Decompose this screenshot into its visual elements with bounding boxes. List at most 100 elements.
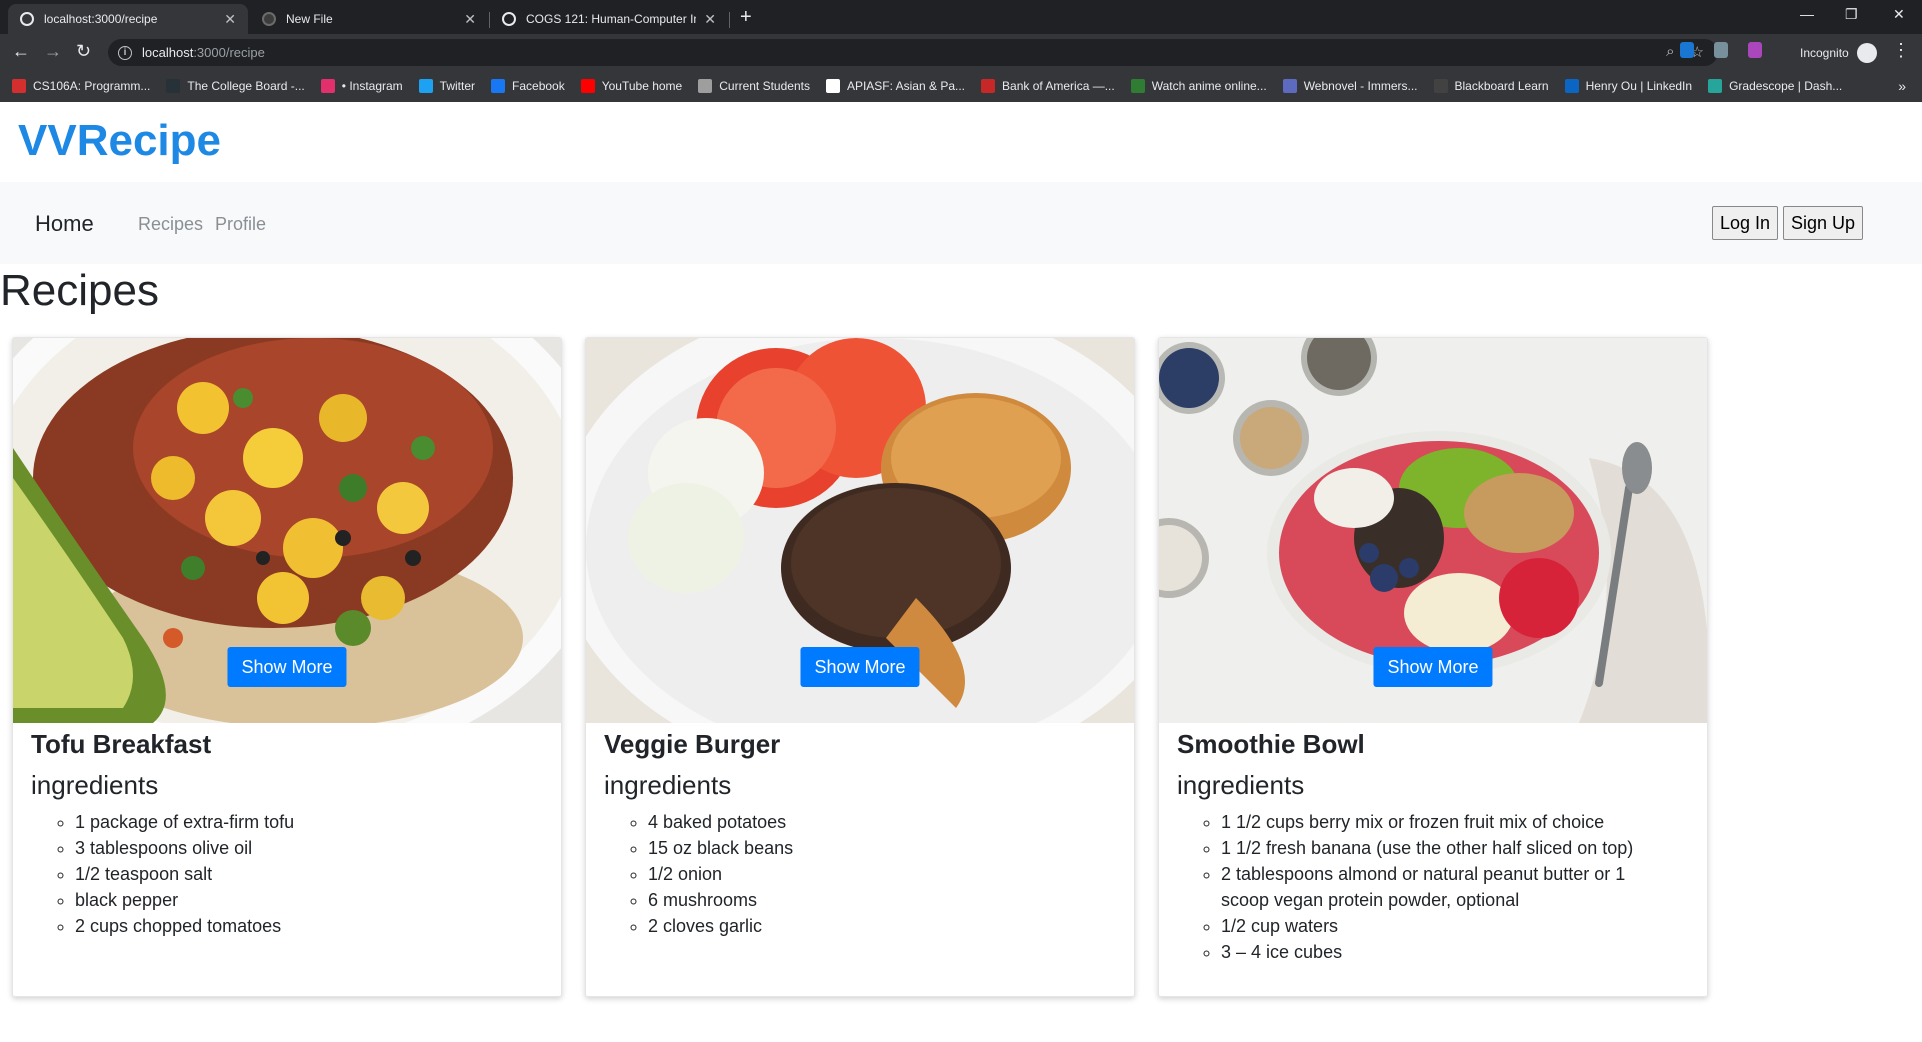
ingredient-item: 2 tablespoons almond or natural peanut b… <box>1221 861 1677 913</box>
close-icon[interactable]: ✕ <box>224 11 236 28</box>
recipe-card: Show More Tofu Breakfast ingredients 1 p… <box>12 337 562 997</box>
recipe-image-smoothie-bowl: Show More <box>1159 338 1707 723</box>
ingredients-list: 1 package of extra-firm tofu 3 tablespoo… <box>13 801 561 939</box>
ingredients-heading: ingredients <box>1177 770 1305 800</box>
show-more-button[interactable]: Show More <box>1373 647 1493 687</box>
close-icon[interactable]: ✕ <box>464 11 476 28</box>
incognito-badge[interactable]: Incognito <box>1800 43 1877 63</box>
ingredient-item: 2 cloves garlic <box>648 913 1104 939</box>
url-host: localhost <box>142 45 194 60</box>
ingredients-list: 4 baked potatoes 15 oz black beans 1/2 o… <box>586 801 1134 939</box>
login-button[interactable]: Log In <box>1712 206 1779 240</box>
ingredient-item: 2 cups chopped tomatoes <box>75 913 531 939</box>
recipe-title: Tofu Breakfast <box>31 729 212 759</box>
bookmark-favicon-icon <box>1564 79 1579 93</box>
brand-logo[interactable]: VVRecipe <box>18 116 221 166</box>
info-icon[interactable]: i <box>118 45 132 60</box>
bookmark-favicon-icon <box>1282 79 1297 93</box>
window-close-icon[interactable]: ✕ <box>1893 6 1905 23</box>
minimize-icon[interactable]: — <box>1800 6 1814 22</box>
bookmark-favicon-icon <box>320 79 335 93</box>
recipe-image-tofu-breakfast: Show More <box>13 338 561 723</box>
show-more-button[interactable]: Show More <box>227 647 347 687</box>
bookmark-item[interactable]: Watch anime online... <box>1130 79 1267 93</box>
new-tab-icon[interactable]: + <box>740 6 752 28</box>
close-icon[interactable]: ✕ <box>704 11 716 28</box>
ingredient-item: 4 baked potatoes <box>648 809 1104 835</box>
globe-icon <box>502 12 516 26</box>
tab-new-file[interactable]: New File ✕ <box>250 4 488 34</box>
bookmark-item[interactable]: Gradescope | Dash... <box>1708 79 1842 93</box>
bookmark-label: The College Board -... <box>187 79 305 93</box>
zoom-icon[interactable]: ⌕ <box>1666 43 1674 61</box>
reload-icon[interactable]: ↻ <box>76 40 91 62</box>
show-more-button[interactable]: Show More <box>800 647 920 687</box>
bookmark-label: Twitter <box>439 79 476 93</box>
pen-icon[interactable] <box>1748 42 1762 58</box>
ingredient-item: 1 1/2 fresh banana (use the other half s… <box>1221 835 1677 861</box>
bookmark-item[interactable]: Blackboard Learn <box>1433 79 1549 93</box>
extension-icon[interactable] <box>1680 42 1694 58</box>
recipe-title: Veggie Burger <box>604 729 781 759</box>
ingredient-item: 3 – 4 ice cubes <box>1221 939 1677 965</box>
browser-toolbar: ← → ↻ i localhost:3000/recipe ⌕ ☆ Incogn… <box>0 34 1922 70</box>
bookmark-favicon-icon <box>981 79 996 93</box>
more-menu-icon[interactable]: ⋮ <box>1892 40 1910 61</box>
bookmark-item[interactable]: Webnovel - Immers... <box>1282 79 1418 93</box>
tab-recipe[interactable]: localhost:3000/recipe ✕ <box>8 4 248 34</box>
nav-recipes[interactable]: Recipes <box>138 214 203 235</box>
ingredients-heading: ingredients <box>31 770 159 800</box>
bookmark-label: Current Students <box>719 79 810 93</box>
bookmark-item[interactable]: YouTube home <box>580 79 683 93</box>
bookmark-item[interactable]: Henry Ou | LinkedIn <box>1564 79 1692 93</box>
tab-separator <box>729 12 730 28</box>
bookmark-item[interactable]: APIASF: Asian & Pa... <box>825 79 965 93</box>
bookmark-favicon-icon <box>698 79 713 93</box>
bookmark-favicon-icon <box>1708 79 1723 93</box>
ingredient-item: 1 1/2 cups berry mix or frozen fruit mix… <box>1221 809 1677 835</box>
bookmark-item[interactable]: The College Board -... <box>166 79 305 93</box>
bookmark-item[interactable]: • Instagram <box>320 79 403 93</box>
bookmark-label: Gradescope | Dash... <box>1729 79 1843 93</box>
bookmark-item[interactable]: Bank of America —... <box>981 79 1115 93</box>
tab-cogs121[interactable]: COGS 121: Human-Computer Int ✕ <box>490 4 728 34</box>
ingredients-list: 1 1/2 cups berry mix or frozen fruit mix… <box>1159 801 1707 965</box>
shield-icon[interactable] <box>1714 42 1728 58</box>
restore-icon[interactable]: ❐ <box>1845 6 1858 23</box>
url-path: :3000/recipe <box>193 45 265 60</box>
bookmark-favicon-icon <box>1130 79 1145 93</box>
bookmark-favicon-icon <box>825 79 840 93</box>
ingredient-item: black pepper <box>75 887 531 913</box>
tab-title: New File <box>286 12 333 26</box>
bookmark-favicon-icon <box>12 79 26 93</box>
nav-profile[interactable]: Profile <box>215 214 266 235</box>
tab-title: COGS 121: Human-Computer Int <box>526 12 697 26</box>
ingredient-item: 3 tablespoons olive oil <box>75 835 531 861</box>
bookmark-item[interactable]: Twitter <box>418 79 476 93</box>
address-bar[interactable]: i localhost:3000/recipe ⌕ ☆ <box>108 39 1718 66</box>
github-icon <box>262 12 276 26</box>
recipe-image-veggie-burger: Show More <box>586 338 1134 723</box>
bookmark-label: Facebook <box>512 79 565 93</box>
bookmark-label: Blackboard Learn <box>1454 79 1549 93</box>
bookmark-label: Webnovel - Immers... <box>1303 79 1418 93</box>
bookmark-item[interactable]: Current Students <box>698 79 810 93</box>
nav-home[interactable]: Home <box>35 211 94 237</box>
page-title: Recipes <box>0 266 159 315</box>
bookmarks-overflow-icon[interactable]: » <box>1898 78 1906 94</box>
back-icon[interactable]: ← <box>12 40 30 62</box>
tab-title: localhost:3000/recipe <box>44 12 158 26</box>
forward-icon[interactable]: → <box>44 40 62 62</box>
incognito-label: Incognito <box>1800 46 1849 60</box>
signup-button[interactable]: Sign Up <box>1783 206 1864 240</box>
bookmark-favicon-icon <box>166 79 181 93</box>
bookmark-item[interactable]: Facebook <box>491 79 565 93</box>
bookmark-label: Bank of America —... <box>1002 79 1115 93</box>
page: VVRecipe Home Recipes Profile Log In Sig… <box>0 102 1922 1042</box>
bookmark-label: CS106A: Programm... <box>33 79 151 93</box>
ingredient-item: 6 mushrooms <box>648 887 1104 913</box>
bookmark-label: YouTube home <box>601 79 683 93</box>
bookmark-item[interactable]: CS106A: Programm... <box>12 79 150 93</box>
bookmark-favicon-icon <box>418 79 433 93</box>
browser-chrome: localhost:3000/recipe ✕ New File ✕ COGS … <box>0 0 1922 102</box>
